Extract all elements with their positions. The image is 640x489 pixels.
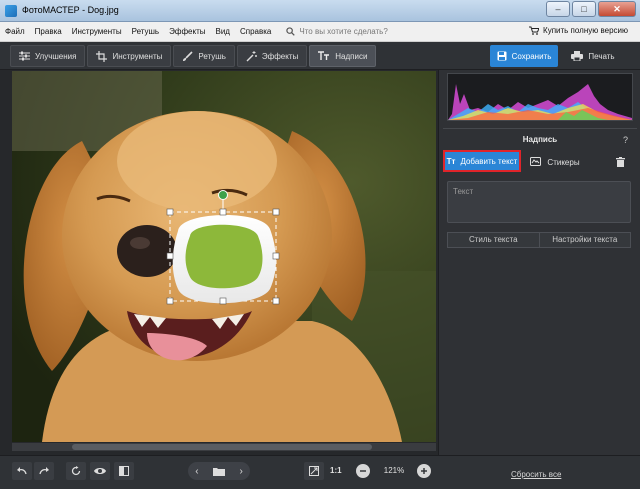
tab-label: Инструменты bbox=[112, 51, 163, 61]
tab-label: Надписи bbox=[335, 51, 368, 61]
photo-canvas[interactable] bbox=[12, 71, 436, 442]
window-controls: – □ ✕ bbox=[546, 1, 636, 17]
caption-text-input[interactable]: Текст bbox=[447, 181, 631, 223]
buy-full-version-link[interactable]: Купить полную версию bbox=[529, 26, 628, 35]
rotate-icon bbox=[71, 466, 81, 476]
redo-button[interactable] bbox=[34, 462, 54, 480]
zoom-in-button[interactable] bbox=[417, 464, 431, 478]
menu-retouch[interactable]: Ретушь bbox=[127, 27, 165, 36]
brush-icon bbox=[183, 50, 193, 61]
reset-rotate-button[interactable] bbox=[66, 462, 86, 480]
trash-icon bbox=[615, 157, 625, 167]
file-navigation: ‹ › bbox=[188, 462, 250, 480]
sliders-icon bbox=[19, 51, 30, 61]
maximize-button[interactable]: □ bbox=[572, 1, 596, 17]
tab-enhance[interactable]: Улучшения bbox=[10, 45, 86, 67]
panel-divider bbox=[443, 128, 637, 129]
tab-text-style[interactable]: Стиль текста bbox=[448, 233, 539, 247]
menu-file[interactable]: Файл bbox=[0, 27, 30, 36]
crop-icon bbox=[96, 50, 108, 62]
tab-captions[interactable]: Надписи bbox=[309, 45, 377, 67]
bottom-bar: ‹ › 1:1 121% Сбросить все bbox=[0, 455, 640, 489]
tab-label: Ретушь bbox=[198, 51, 226, 61]
tab-retouch[interactable]: Ретушь bbox=[173, 45, 235, 67]
mode-tabs: Улучшения Инструменты Ретушь Эффекты Над… bbox=[10, 45, 377, 67]
menu-effects[interactable]: Эффекты bbox=[164, 27, 210, 36]
tab-effects[interactable]: Эффекты bbox=[236, 45, 308, 67]
stickers-label: Стикеры bbox=[547, 157, 580, 167]
window-title: ФотоМАСТЕР - Dog.jpg bbox=[22, 5, 119, 15]
fit-to-screen-button[interactable] bbox=[304, 462, 324, 480]
actual-size-button[interactable]: 1:1 bbox=[330, 466, 342, 475]
properties-panel: Надпись ? Tт Добавить текст Стикеры Текс… bbox=[438, 70, 640, 455]
delete-button[interactable] bbox=[611, 152, 629, 172]
add-text-button[interactable]: Tт Добавить текст bbox=[443, 150, 521, 172]
horizontal-scrollbar[interactable] bbox=[12, 443, 436, 451]
minus-icon bbox=[360, 470, 366, 472]
undo-button[interactable] bbox=[12, 462, 32, 480]
reset-all-link[interactable]: Сбросить все bbox=[511, 470, 561, 479]
sticker-icon bbox=[530, 157, 542, 166]
help-icon[interactable]: ? bbox=[623, 132, 628, 148]
zoom-out-button[interactable] bbox=[356, 464, 370, 478]
close-button[interactable]: ✕ bbox=[598, 1, 636, 17]
redo-icon bbox=[39, 467, 49, 475]
search-placeholder: Что вы хотите сделать? bbox=[299, 27, 388, 36]
panel-title: Надпись bbox=[522, 135, 558, 144]
tab-label: Улучшения bbox=[35, 51, 77, 61]
command-search[interactable]: Что вы хотите сделать? bbox=[286, 27, 388, 36]
main-toolbar: Улучшения Инструменты Ретушь Эффекты Над… bbox=[0, 42, 640, 70]
fit-icon bbox=[309, 466, 319, 476]
text-tool-icon: Tт bbox=[446, 156, 456, 166]
floppy-icon bbox=[497, 51, 507, 61]
plus-icon bbox=[421, 468, 427, 474]
folder-icon[interactable] bbox=[213, 467, 225, 476]
undo-icon bbox=[17, 467, 27, 475]
menu-tools[interactable]: Инструменты bbox=[67, 27, 127, 36]
save-button[interactable]: Сохранить bbox=[490, 45, 558, 67]
stickers-button[interactable]: Стикеры bbox=[525, 152, 585, 172]
window-titlebar: ФотоМАСТЕР - Dog.jpg – □ ✕ bbox=[0, 0, 640, 22]
print-label: Печать bbox=[588, 51, 615, 61]
text-settings-tabs: Стиль текста Настройки текста bbox=[447, 232, 631, 248]
text-icon bbox=[318, 51, 330, 60]
menu-bar: Файл Правка Инструменты Ретушь Эффекты В… bbox=[0, 22, 640, 42]
magic-wand-icon bbox=[246, 50, 257, 61]
buy-label: Купить полную версию bbox=[543, 26, 628, 35]
menu-edit[interactable]: Правка bbox=[30, 27, 67, 36]
minimize-button[interactable]: – bbox=[546, 1, 570, 17]
histogram bbox=[447, 73, 633, 121]
next-photo-button[interactable]: › bbox=[239, 466, 242, 477]
eye-icon bbox=[94, 468, 106, 474]
app-icon bbox=[5, 5, 17, 17]
tab-text-settings[interactable]: Настройки текста bbox=[538, 233, 630, 247]
search-icon bbox=[286, 27, 296, 36]
cart-icon bbox=[529, 26, 540, 35]
compare-button[interactable] bbox=[114, 462, 134, 480]
zoom-level: 121% bbox=[383, 466, 405, 475]
compare-icon bbox=[119, 466, 129, 476]
dog-photo bbox=[12, 71, 436, 442]
print-button[interactable]: Печать bbox=[562, 45, 624, 67]
menu-view[interactable]: Вид bbox=[210, 27, 234, 36]
menu-help[interactable]: Справка bbox=[235, 27, 276, 36]
printer-icon bbox=[571, 51, 584, 61]
previous-photo-button[interactable]: ‹ bbox=[195, 466, 198, 477]
preview-button[interactable] bbox=[90, 462, 110, 480]
add-text-label: Добавить текст bbox=[460, 156, 518, 166]
save-label: Сохранить bbox=[511, 51, 552, 61]
tab-tools[interactable]: Инструменты bbox=[87, 45, 172, 67]
tab-label: Эффекты bbox=[261, 51, 299, 61]
scrollbar-thumb[interactable] bbox=[72, 444, 372, 450]
